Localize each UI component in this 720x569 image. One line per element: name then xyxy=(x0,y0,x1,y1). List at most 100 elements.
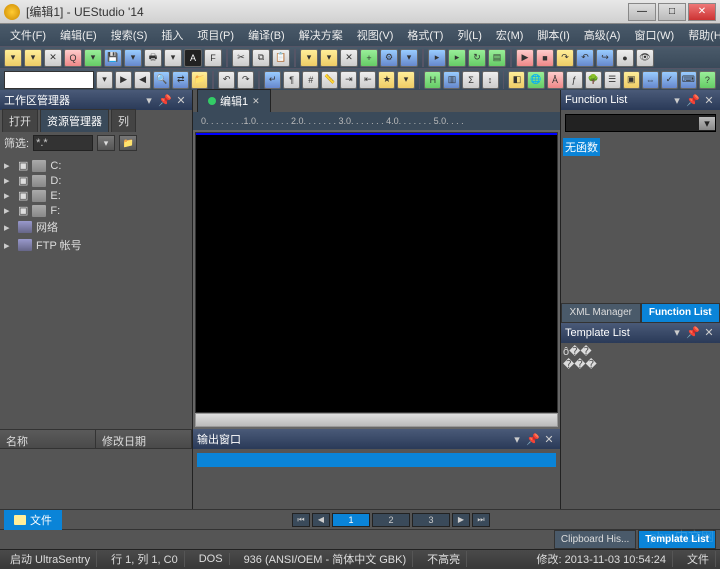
close-button[interactable]: ✕ xyxy=(688,3,716,21)
tab-template-list[interactable]: Template List xyxy=(638,530,716,549)
tpl-body[interactable]: ô�� ��� xyxy=(561,343,720,510)
debug-bp-icon[interactable]: ● xyxy=(616,49,634,67)
showspace-icon[interactable]: ¶ xyxy=(283,71,300,89)
paste-icon[interactable]: 📋 xyxy=(272,49,290,67)
menu-column[interactable]: 列(L) xyxy=(451,25,487,45)
menu-solution[interactable]: 解决方案 xyxy=(293,25,349,45)
func-icon[interactable]: ƒ xyxy=(566,71,583,89)
search-input[interactable] xyxy=(4,71,94,89)
ftp-icon[interactable]: ▾ xyxy=(84,49,102,67)
file-tab[interactable]: 文件 xyxy=(4,510,62,530)
backup-icon[interactable]: ▾ xyxy=(400,49,418,67)
findfiles-icon[interactable]: 📁 xyxy=(191,71,208,89)
debug-stepout-icon[interactable]: ↶ xyxy=(576,49,594,67)
menu-help[interactable]: 帮助(H) xyxy=(682,25,720,45)
compile-icon[interactable]: ▸ xyxy=(428,49,446,67)
ww-icon[interactable]: ↵ xyxy=(264,71,281,89)
col-name[interactable]: 名称 xyxy=(0,430,96,448)
menu-insert[interactable]: 插入 xyxy=(155,25,189,45)
output-body[interactable] xyxy=(193,449,560,509)
minimize-button[interactable]: — xyxy=(628,3,656,21)
indent-icon[interactable]: ⇥ xyxy=(340,71,357,89)
tpl-pin-icon[interactable]: 📌 xyxy=(686,326,700,340)
menu-project[interactable]: 项目(P) xyxy=(191,25,240,45)
document-tab[interactable]: 编辑1 ✕ xyxy=(197,89,271,112)
html-icon[interactable]: ◧ xyxy=(508,71,525,89)
output-pin-icon[interactable]: 📌 xyxy=(526,432,540,446)
quickopen-icon[interactable]: Q xyxy=(64,49,82,67)
copy-icon[interactable]: ⧉ xyxy=(252,49,270,67)
tpl-dd-icon[interactable]: ▾ xyxy=(670,326,684,340)
page-2[interactable]: 2 xyxy=(372,513,410,527)
tab-open[interactable]: 打开 xyxy=(2,109,38,133)
panel-pin-icon[interactable]: 📌 xyxy=(158,93,172,107)
preview-icon[interactable]: ▾ xyxy=(164,49,182,67)
tab-explorer[interactable]: 资源管理器 xyxy=(40,109,109,133)
panel-close-icon[interactable]: ✕ xyxy=(174,93,188,107)
hex-icon[interactable]: H xyxy=(424,71,441,89)
find-next-icon[interactable]: ▶ xyxy=(115,71,132,89)
menu-view[interactable]: 视图(V) xyxy=(351,25,400,45)
sort-icon[interactable]: ↕ xyxy=(482,71,499,89)
close-file-icon[interactable]: ✕ xyxy=(44,49,62,67)
output-dropdown-icon[interactable]: ▾ xyxy=(510,432,524,446)
batch-icon[interactable]: ▤ xyxy=(488,49,506,67)
print-icon[interactable]: 🖶 xyxy=(144,49,162,67)
page-1[interactable]: 1 xyxy=(332,513,370,527)
menu-window[interactable]: 窗口(W) xyxy=(628,25,680,45)
debug-step-icon[interactable]: ↷ xyxy=(556,49,574,67)
menu-edit[interactable]: 编辑(E) xyxy=(54,25,103,45)
editor-hscrollbar[interactable] xyxy=(195,413,558,427)
saveas-icon[interactable]: ▾ xyxy=(124,49,142,67)
pager-last-icon[interactable]: ⏭ xyxy=(472,513,490,527)
spell-icon[interactable]: ✓ xyxy=(661,71,678,89)
tpl-close-icon[interactable]: ✕ xyxy=(702,326,716,340)
menu-macro[interactable]: 宏(M) xyxy=(490,25,530,45)
menu-search[interactable]: 搜索(S) xyxy=(105,25,154,45)
term-icon[interactable]: ▣ xyxy=(623,71,640,89)
funclist-close-icon[interactable]: ✕ xyxy=(702,93,716,107)
file-tree[interactable]: ▸▣C: ▸▣D: ▸▣E: ▸▣F: ▸网络 ▸FTP 帐号 xyxy=(0,154,192,429)
help-icon[interactable]: ? xyxy=(699,71,716,89)
maximize-button[interactable]: □ xyxy=(658,3,686,21)
find-icon[interactable]: 🔍 xyxy=(153,71,170,89)
sum-icon[interactable]: Σ xyxy=(462,71,479,89)
search-dd-icon[interactable]: ▾ xyxy=(96,71,113,89)
funclist-combo[interactable]: ▾ xyxy=(565,114,716,132)
bookmark-icon[interactable]: ★ xyxy=(378,71,395,89)
open-file-icon[interactable]: ▾ xyxy=(24,49,42,67)
debug-run-icon[interactable]: ▶ xyxy=(516,49,534,67)
close-project-icon[interactable]: ✕ xyxy=(340,49,358,67)
tab-close-icon[interactable]: ✕ xyxy=(252,96,260,107)
tab-xml-manager[interactable]: XML Manager xyxy=(561,303,641,323)
ssh-icon[interactable]: ⌨ xyxy=(680,71,697,89)
cut-icon[interactable]: ✂ xyxy=(232,49,250,67)
save-icon[interactable]: 💾 xyxy=(104,49,122,67)
ascii-icon[interactable]: Å xyxy=(547,71,564,89)
tree-icon[interactable]: 🌳 xyxy=(585,71,602,89)
new-project-icon[interactable]: ▾ xyxy=(300,49,318,67)
menu-advanced[interactable]: 高级(A) xyxy=(578,25,627,45)
chevron-down-icon[interactable]: ▾ xyxy=(699,117,715,130)
ruler-icon[interactable]: 📏 xyxy=(321,71,338,89)
redo-icon[interactable]: ↷ xyxy=(237,71,254,89)
undo-icon[interactable]: ↶ xyxy=(218,71,235,89)
filter-browse-icon[interactable]: 📁 xyxy=(119,135,137,151)
text-editor[interactable] xyxy=(195,132,558,413)
tab-function-list[interactable]: Function List xyxy=(641,303,720,323)
new-file-icon[interactable]: ▾ xyxy=(4,49,22,67)
tab-clipboard-history[interactable]: Clipboard His... xyxy=(554,530,636,549)
pager-first-icon[interactable]: ⏮ xyxy=(292,513,310,527)
menu-format[interactable]: 格式(T) xyxy=(401,25,449,45)
panel-dropdown-icon[interactable]: ▾ xyxy=(142,93,156,107)
menu-script[interactable]: 脚本(I) xyxy=(531,25,575,45)
find-prev-icon[interactable]: ◀ xyxy=(134,71,151,89)
font-a-icon[interactable]: A xyxy=(184,49,202,67)
status-launch[interactable]: 启动 UltraSentry xyxy=(4,551,97,567)
menu-build[interactable]: 编译(B) xyxy=(242,25,291,45)
open-project-icon[interactable]: ▾ xyxy=(320,49,338,67)
pager-next-icon[interactable]: ▶ xyxy=(452,513,470,527)
debug-stepover-icon[interactable]: ↪ xyxy=(596,49,614,67)
rebuild-icon[interactable]: ↻ xyxy=(468,49,486,67)
page-3[interactable]: 3 xyxy=(412,513,450,527)
